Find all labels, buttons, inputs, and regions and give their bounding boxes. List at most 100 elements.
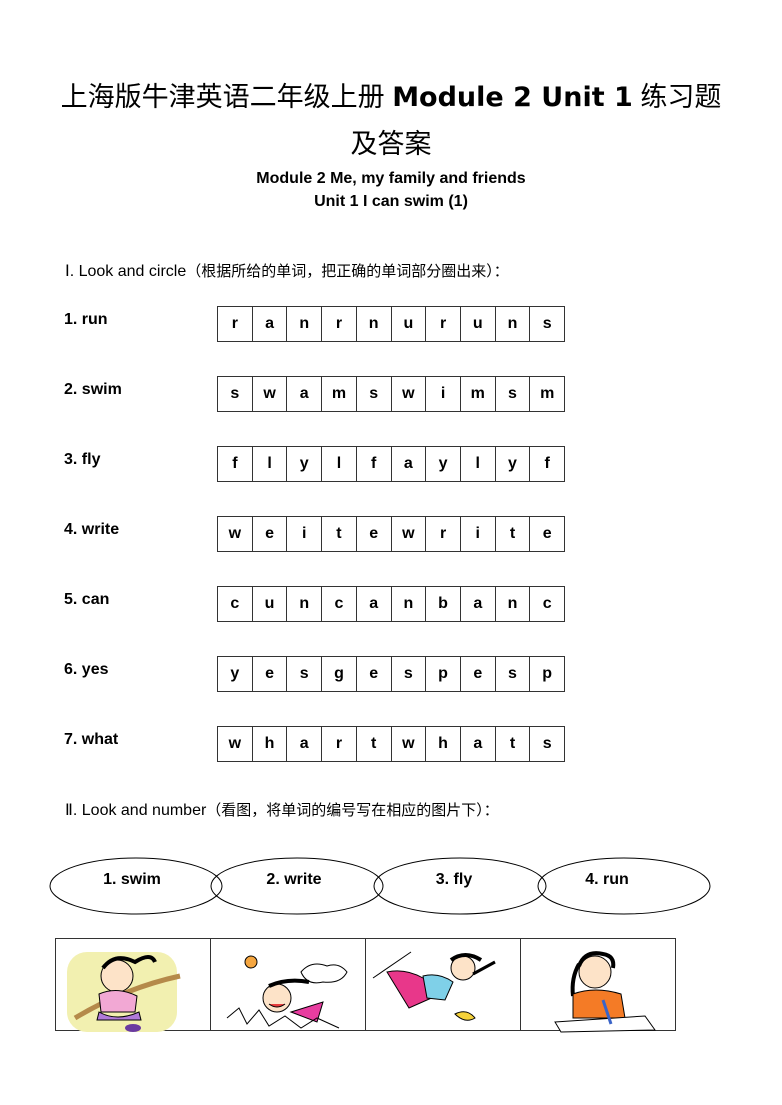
exercise-label: 7. what: [64, 731, 119, 748]
letter-cell[interactable]: c: [321, 587, 356, 621]
letter-cell[interactable]: y: [218, 657, 252, 691]
letter-cell[interactable]: g: [321, 657, 356, 691]
letter-cell[interactable]: a: [355, 587, 391, 621]
exercise-label: 2. swim: [64, 381, 122, 398]
unit-subtitle: Unit 1 I can swim (1): [314, 193, 468, 210]
letter-cell[interactable]: w: [218, 727, 252, 761]
letter-cell[interactable]: p: [529, 657, 564, 691]
letter-cell[interactable]: a: [251, 307, 287, 341]
letter-cell[interactable]: n: [390, 587, 426, 621]
letter-cell[interactable]: e: [529, 517, 564, 551]
section1-note: （根据所给的单词，把正确的单词部分圈出来）：: [186, 263, 509, 280]
section2-numeral: Ⅱ.: [65, 802, 82, 819]
letter-cell[interactable]: e: [251, 517, 287, 551]
letter-cell[interactable]: s: [529, 727, 564, 761]
girl-running-picture: [67, 952, 181, 1032]
exercise-label: 6. yes: [64, 661, 109, 678]
letter-cell[interactable]: r: [218, 307, 252, 341]
letter-cell[interactable]: w: [251, 377, 287, 411]
letter-grid: flylfaylyf: [217, 446, 565, 482]
letter-grid: cuncanbanc: [217, 586, 565, 622]
letter-cell[interactable]: h: [251, 727, 287, 761]
letter-cell[interactable]: h: [425, 727, 460, 761]
oval-label-3: 3. fly: [435, 871, 473, 888]
letter-cell[interactable]: n: [286, 307, 321, 341]
letter-cell[interactable]: s: [390, 657, 426, 691]
letter-cell[interactable]: t: [321, 517, 356, 551]
letter-cell[interactable]: a: [459, 727, 495, 761]
letter-cell[interactable]: n: [494, 587, 530, 621]
letter-cell[interactable]: s: [218, 377, 252, 411]
letter-grid: swamswimsm: [217, 376, 565, 412]
title-cn-suffix: 练习题: [640, 82, 722, 112]
letter-cell[interactable]: t: [355, 727, 391, 761]
letter-cell[interactable]: y: [494, 447, 530, 481]
letter-cell[interactable]: s: [494, 377, 530, 411]
letter-cell[interactable]: p: [425, 657, 460, 691]
oval-label-1: 1. swim: [103, 871, 161, 888]
letter-cell[interactable]: t: [494, 727, 530, 761]
letter-cell[interactable]: s: [529, 307, 564, 341]
letter-cell[interactable]: f: [218, 447, 252, 481]
section1-heading: Ⅰ. Look and circle（根据所给的单词，把正确的单词部分圈出来）：: [65, 262, 509, 282]
letter-cell[interactable]: l: [459, 447, 495, 481]
letter-grid: ranrnuruns: [217, 306, 565, 342]
letter-cell[interactable]: y: [425, 447, 460, 481]
letter-cell[interactable]: c: [529, 587, 564, 621]
letter-cell[interactable]: y: [286, 447, 321, 481]
letter-cell[interactable]: a: [459, 587, 495, 621]
letter-cell[interactable]: l: [321, 447, 356, 481]
section2-instruction: Look and number: [81, 802, 207, 819]
letter-cell[interactable]: r: [425, 517, 460, 551]
letter-cell[interactable]: s: [494, 657, 530, 691]
letter-cell[interactable]: f: [529, 447, 564, 481]
letter-cell[interactable]: e: [459, 657, 495, 691]
letter-cell[interactable]: c: [218, 587, 252, 621]
letter-cell[interactable]: f: [355, 447, 391, 481]
oval-label-4: 4. run: [585, 871, 629, 888]
picture-table: [55, 938, 676, 1033]
letter-cell[interactable]: e: [251, 657, 287, 691]
letter-cell[interactable]: e: [355, 657, 391, 691]
letter-cell[interactable]: m: [321, 377, 356, 411]
girl-swimming-picture: [226, 955, 348, 1029]
letter-cell[interactable]: u: [390, 307, 426, 341]
letter-cell[interactable]: u: [459, 307, 495, 341]
letter-cell[interactable]: a: [390, 447, 426, 481]
title-latin: Module 2 Unit 1: [392, 82, 633, 113]
letter-cell[interactable]: e: [355, 517, 391, 551]
letter-cell[interactable]: i: [425, 377, 460, 411]
letter-cell[interactable]: n: [494, 307, 530, 341]
exercise-label: 3. fly: [64, 451, 101, 468]
girl-writing-picture: [554, 951, 656, 1033]
letter-cell[interactable]: i: [459, 517, 495, 551]
letter-cell[interactable]: m: [459, 377, 495, 411]
letter-cell[interactable]: a: [286, 727, 321, 761]
girl-flying-picture: [372, 951, 496, 1021]
letter-cell[interactable]: r: [321, 727, 356, 761]
letter-cell[interactable]: w: [390, 727, 426, 761]
section2-note: （看图，将单词的编号写在相应的图片下）：: [206, 802, 499, 819]
page-title-line2: 及答案: [350, 129, 432, 159]
letter-cell[interactable]: u: [251, 587, 287, 621]
letter-cell[interactable]: w: [390, 377, 426, 411]
letter-cell[interactable]: b: [425, 587, 460, 621]
letter-cell[interactable]: s: [355, 377, 391, 411]
letter-cell[interactable]: n: [355, 307, 391, 341]
section1-instruction: Look and circle: [78, 263, 187, 280]
exercise-label: 4. write: [64, 521, 120, 538]
letter-cell[interactable]: l: [251, 447, 287, 481]
letter-grid: yesgespesp: [217, 656, 565, 692]
letter-cell[interactable]: m: [529, 377, 564, 411]
letter-cell[interactable]: r: [425, 307, 460, 341]
letter-cell[interactable]: a: [286, 377, 321, 411]
letter-cell[interactable]: w: [218, 517, 252, 551]
letter-cell[interactable]: i: [286, 517, 321, 551]
letter-grid: weitewrite: [217, 516, 565, 552]
letter-cell[interactable]: r: [321, 307, 356, 341]
letter-cell[interactable]: s: [286, 657, 321, 691]
title-cn-prefix: 上海版牛津英语二年级上册: [60, 82, 385, 112]
letter-cell[interactable]: n: [286, 587, 321, 621]
letter-cell[interactable]: w: [390, 517, 426, 551]
letter-cell[interactable]: t: [494, 517, 530, 551]
